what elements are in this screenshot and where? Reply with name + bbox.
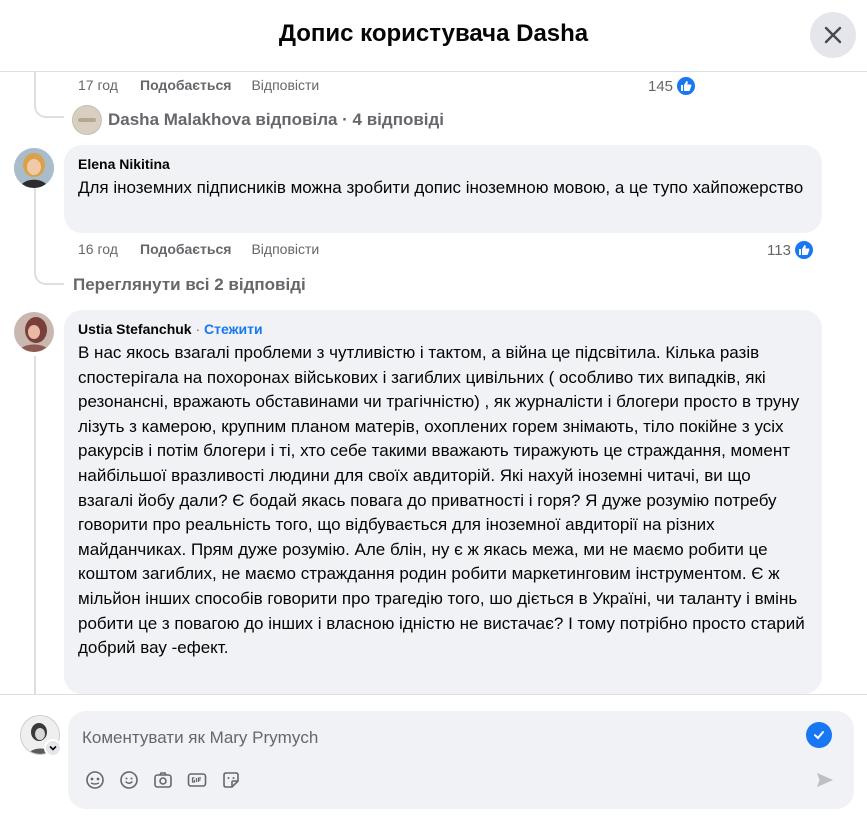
ustia-avatar[interactable] — [14, 312, 54, 352]
thread-line — [34, 356, 36, 694]
reaction-count-value: 145 — [648, 77, 674, 95]
close-button[interactable] — [810, 12, 856, 58]
comment-author-row: Ustia Stefanchuk · Стежити — [78, 320, 808, 338]
thread-connector — [34, 255, 64, 285]
reply-button[interactable]: Відповісти — [251, 77, 319, 93]
comment-author[interactable]: Ustia Stefanchuk — [78, 321, 192, 337]
dialog-title: Допис користувача Dasha — [278, 20, 589, 47]
comment-time[interactable]: 16 год — [78, 241, 140, 257]
reply-button[interactable]: Відповісти — [251, 241, 319, 257]
composer-tools — [84, 769, 242, 791]
replies-summary-text: Dasha Malakhova відповіла · 4 відповіді — [108, 110, 445, 129]
comment-input[interactable] — [82, 725, 782, 751]
dialog-header: Допис користувача Dasha — [0, 0, 867, 72]
comment-input-box — [68, 711, 854, 809]
emoji-icon[interactable] — [118, 769, 140, 791]
replies-summary[interactable]: Dasha Malakhova відповіла · 4 відповіді — [72, 105, 444, 135]
reaction-count[interactable]: 145 — [648, 75, 698, 97]
comment-actions: 17 год Подобається Відповісти — [78, 77, 319, 93]
separator: · — [191, 321, 205, 337]
close-icon — [824, 26, 842, 44]
like-button[interactable]: Подобається — [140, 241, 231, 257]
comment-time[interactable]: 17 год — [78, 77, 140, 93]
send-icon[interactable] — [814, 769, 836, 791]
follow-button[interactable]: Стежити — [204, 321, 263, 337]
reaction-count-value: 113 — [767, 241, 791, 259]
comment-text: В нас якось взагалі проблеми з чутливіст… — [78, 343, 805, 658]
comment-author[interactable]: Elena Nikitina — [78, 155, 808, 173]
like-reaction-icon — [792, 239, 815, 261]
elena-avatar[interactable] — [14, 148, 54, 188]
comment-bubble: Ustia Stefanchuk · Стежити В нас якось в… — [64, 310, 822, 694]
thread-connector — [34, 90, 64, 118]
like-reaction-icon — [675, 75, 698, 97]
comment-bubble: Elena Nikitina Для іноземних підписників… — [64, 145, 822, 233]
comment-actions: 16 год Подобається Відповісти — [78, 241, 319, 257]
profile-switch-button[interactable] — [44, 739, 62, 757]
camera-icon[interactable] — [152, 769, 174, 791]
chevron-down-icon — [49, 745, 57, 751]
gif-icon[interactable] — [186, 769, 208, 791]
dasha-avatar — [72, 105, 102, 135]
comment-text: Для іноземних підписників можна зробити … — [78, 178, 804, 197]
view-replies-text: Переглянути всі 2 відповіді — [73, 275, 306, 294]
like-button[interactable]: Подобається — [140, 77, 231, 93]
avatar-sticker-icon[interactable] — [84, 769, 106, 791]
view-replies-link[interactable]: Переглянути всі 2 відповіді — [73, 275, 306, 295]
check-icon — [806, 722, 832, 748]
reaction-count[interactable]: 113 — [767, 239, 815, 261]
comment-composer — [0, 694, 867, 826]
sticker-icon[interactable] — [220, 769, 242, 791]
